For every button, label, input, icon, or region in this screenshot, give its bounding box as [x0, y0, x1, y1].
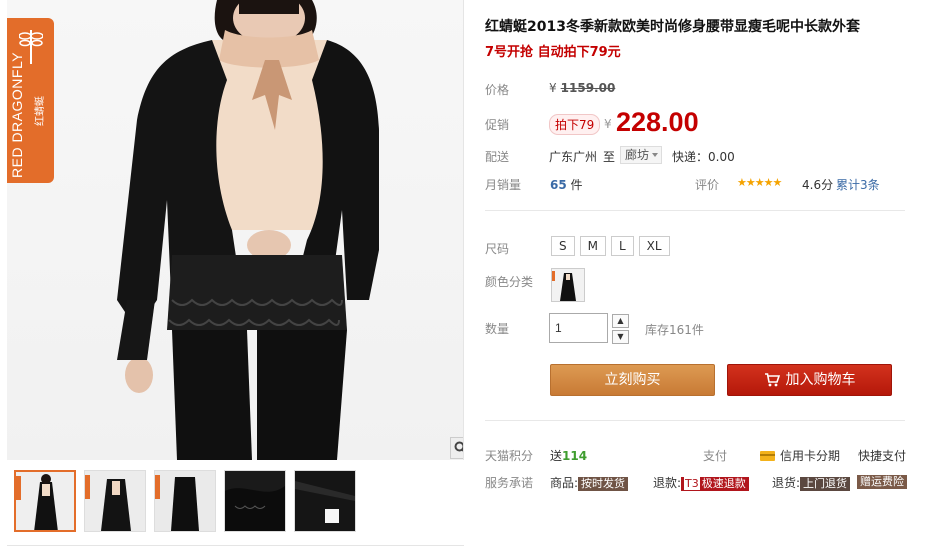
points-label: 天猫积分: [485, 449, 534, 463]
thumbnail-photo: [16, 472, 74, 530]
original-price: ¥1159.00: [549, 81, 616, 95]
size-option-s[interactable]: S: [551, 236, 575, 256]
fast-refund-badge[interactable]: T3 极速退款: [681, 477, 749, 491]
promo-headline: 7号开抢 自动拍下79元: [485, 45, 621, 60]
color-swatch-thumbnail: [552, 269, 584, 301]
buy-now-button[interactable]: 立刻购买: [550, 364, 715, 396]
zoom-button[interactable]: [450, 437, 463, 459]
chevron-down-icon: [652, 153, 658, 157]
size-option-m[interactable]: M: [579, 236, 606, 256]
quantity-label: 数量: [485, 322, 510, 336]
rating-score: 4.6分: [802, 178, 834, 192]
stock-count: 库存161件: [645, 323, 704, 337]
points-value: 送114: [550, 449, 588, 463]
thumbnail-photo: [85, 471, 145, 531]
promo-currency: ¥: [604, 117, 612, 131]
review-count-link[interactable]: 累计3条: [836, 176, 880, 193]
color-option-black[interactable]: [551, 268, 585, 302]
pickup-return-badge[interactable]: 上门退货: [800, 477, 851, 491]
brand-logo-tab: RED DRAGONFLY 红蜻蜓: [7, 18, 54, 183]
price-label: 价格: [485, 83, 510, 97]
thumbnail-photo: [295, 471, 355, 531]
brand-name-cn: 红蜻蜓: [35, 96, 46, 126]
ship-to-word: 至: [603, 150, 616, 164]
service-return: 退货: 上门退货: [772, 474, 851, 491]
size-option-l[interactable]: L: [610, 236, 634, 256]
freight-insurance-badge[interactable]: 赠运费险: [857, 475, 907, 489]
on-time-shipping-badge[interactable]: 按时发货: [578, 477, 629, 491]
rating-label: 评价: [695, 178, 720, 192]
thumbnail-3[interactable]: [154, 470, 216, 532]
product-title: 红蜻蜓2013冬季新款欧美时尚修身腰带显瘦毛呢中长款外套: [485, 19, 860, 35]
ship-from: 广东广州: [549, 150, 598, 164]
divider: [485, 420, 905, 421]
model-photo: [117, 0, 379, 460]
thumbnail-4[interactable]: [224, 470, 286, 532]
quantity-input[interactable]: [549, 313, 608, 343]
cart-icon: [764, 373, 780, 387]
thumbnail-strip: [14, 470, 364, 532]
size-label: 尺码: [485, 242, 510, 256]
quick-pay[interactable]: 快捷支付: [858, 447, 906, 464]
service-goods: 商品: 按时发货: [550, 474, 629, 491]
credit-installment[interactable]: 信用卡分期: [760, 447, 840, 464]
shipping-fee: 快递：0.00: [672, 150, 735, 164]
credit-card-icon: [760, 451, 775, 461]
thumbnail-1[interactable]: [14, 470, 76, 532]
thumbnail-photo: [155, 471, 215, 531]
magnifier-icon: [454, 441, 463, 452]
service-freight: 赠运费险: [857, 474, 907, 489]
color-label: 颜色分类: [485, 275, 534, 289]
promo-tag: 拍下79: [549, 114, 601, 135]
size-option-xl[interactable]: XL: [638, 236, 670, 256]
thumbnail-5[interactable]: [294, 470, 356, 532]
rating-stars-icon: ★★★★★: [737, 176, 782, 189]
destination-select[interactable]: 廊坊: [620, 146, 662, 164]
shipping-label: 配送: [485, 150, 510, 164]
quantity-increase-button[interactable]: ▲: [612, 314, 629, 328]
promo-label: 促销: [485, 118, 510, 132]
divider: [485, 210, 905, 211]
thumbnail-photo: [225, 471, 285, 531]
quantity-decrease-button[interactable]: ▼: [612, 330, 629, 344]
main-product-image[interactable]: RED DRAGONFLY 红蜻蜓: [7, 0, 464, 460]
sales-label: 月销量: [485, 178, 522, 192]
service-label: 服务承诺: [485, 476, 534, 490]
payment-label: 支付: [703, 449, 728, 463]
thumbnail-2[interactable]: [84, 470, 146, 532]
promo-price: 228.00: [616, 107, 699, 137]
add-to-cart-label: 加入购物车: [785, 372, 856, 388]
monthly-sales: 65 件: [550, 178, 583, 192]
size-options: S M L XL: [551, 236, 675, 256]
brand-name-en: RED DRAGONFLY: [9, 51, 25, 178]
service-refund: 退款: T3 极速退款: [653, 474, 749, 491]
add-to-cart-button[interactable]: 加入购物车: [727, 364, 892, 396]
